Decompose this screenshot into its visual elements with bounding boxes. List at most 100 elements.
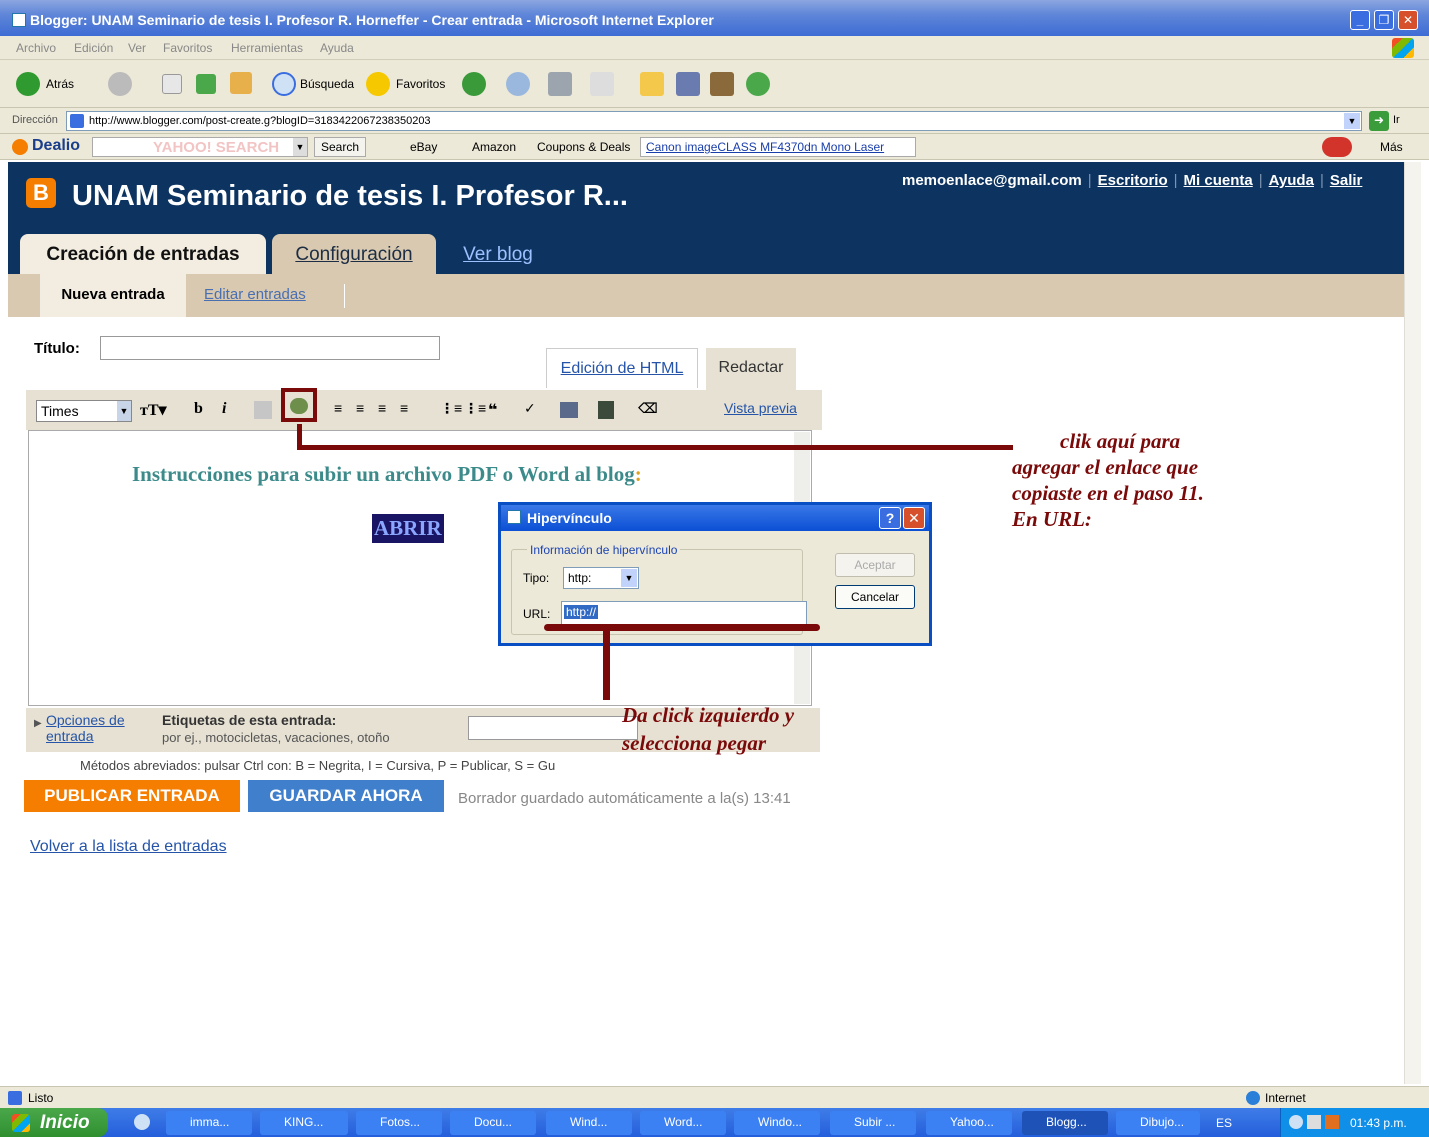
bold-button[interactable]: b	[194, 400, 203, 418]
mas-button[interactable]: Más	[1380, 140, 1403, 154]
chevron-down-icon[interactable]: ▼	[1344, 113, 1360, 129]
volver-link[interactable]: Volver a la lista de entradas	[30, 838, 227, 856]
task-fotos[interactable]: Fotos...	[356, 1111, 442, 1135]
guardar-ahora-button[interactable]: GUARDAR AHORA	[248, 780, 444, 812]
dialog-close-icon[interactable]: ✕	[903, 507, 925, 529]
coupons-link[interactable]: Coupons & Deals	[537, 140, 630, 154]
eraser-icon[interactable]: ⌫	[638, 400, 658, 417]
ebay-link[interactable]: eBay	[410, 140, 437, 154]
go-arrow-icon[interactable]: ➜	[1369, 111, 1389, 131]
task-wind[interactable]: Wind...	[546, 1111, 632, 1135]
dealio-brand[interactable]: Dealio	[32, 137, 80, 155]
publicar-entrada-button[interactable]: PUBLICAR ENTRADA	[24, 780, 240, 812]
opciones-entrada-link[interactable]: Opciones de entrada	[46, 712, 146, 744]
back-button-label[interactable]: Atrás	[46, 77, 74, 91]
help-icon[interactable]: ?	[879, 507, 901, 529]
url-input-value[interactable]: http://	[564, 605, 599, 619]
align-right-icon[interactable]: ≡	[378, 400, 386, 416]
align-left-icon[interactable]: ≡	[334, 400, 342, 416]
task-word[interactable]: Word...	[640, 1111, 726, 1135]
vista-previa-link[interactable]: Vista previa	[724, 400, 797, 416]
dealio-search-button[interactable]: Search	[314, 137, 367, 157]
menu-ver[interactable]: Ver	[128, 41, 146, 55]
notes-icon[interactable]	[640, 72, 664, 96]
menu-archivo[interactable]: Archivo	[16, 41, 56, 55]
italic-button[interactable]: i	[222, 400, 226, 418]
history-icon[interactable]	[462, 72, 486, 96]
subtab-nueva-entrada[interactable]: Nueva entrada	[40, 274, 186, 317]
task-windo[interactable]: Windo...	[734, 1111, 820, 1135]
tipo-select[interactable]: http: ▼	[563, 567, 639, 589]
favorites-star-icon[interactable]	[366, 72, 390, 96]
blockquote-icon[interactable]: ❝	[488, 400, 497, 420]
volume-icon[interactable]	[1325, 1115, 1339, 1129]
menu-herramientas[interactable]: Herramientas	[231, 41, 303, 55]
minimize-button[interactable]: _	[1350, 10, 1370, 30]
aceptar-button[interactable]: Aceptar	[835, 553, 915, 577]
link-icon[interactable]	[290, 398, 308, 414]
amazon-link[interactable]: Amazon	[472, 140, 516, 154]
address-url[interactable]: http://www.blogger.com/post-create.g?blo…	[89, 115, 431, 127]
tab-redactar[interactable]: Redactar	[706, 348, 796, 390]
tab-ver-blog[interactable]: Ver blog	[448, 234, 548, 274]
stop-icon[interactable]	[162, 74, 182, 94]
font-size-icon[interactable]: тT▾	[140, 400, 167, 420]
nav-ayuda[interactable]: Ayuda	[1269, 172, 1314, 189]
tray-arrow-icon[interactable]	[1289, 1115, 1303, 1129]
home-icon[interactable]	[230, 72, 252, 94]
tab-edicion-html[interactable]: Edición de HTML	[546, 348, 698, 388]
close-button[interactable]: ✕	[1398, 10, 1418, 30]
task-king[interactable]: KING...	[260, 1111, 348, 1135]
print-icon[interactable]	[548, 72, 572, 96]
favorites-button-label[interactable]: Favoritos	[396, 77, 445, 91]
tools-icon[interactable]	[710, 72, 734, 96]
search-button-label[interactable]: Búsqueda	[300, 77, 354, 91]
blogger-logo-icon[interactable]: B	[26, 178, 56, 208]
search-icon[interactable]	[272, 72, 296, 96]
content-abrir-selected[interactable]: ABRIR	[372, 514, 444, 543]
align-center-icon[interactable]: ≡	[356, 400, 364, 416]
subtab-editar-entradas[interactable]: Editar entradas	[204, 286, 306, 303]
menu-ayuda[interactable]: Ayuda	[320, 41, 354, 55]
nav-salir[interactable]: Salir	[1330, 172, 1363, 189]
task-subir[interactable]: Subir ...	[830, 1111, 916, 1135]
chevron-down-icon[interactable]: ▼	[293, 138, 307, 156]
restore-button[interactable]: ❐	[1374, 10, 1394, 30]
task-blogger[interactable]: Blogg...	[1022, 1111, 1108, 1135]
insert-video-icon[interactable]	[598, 401, 614, 419]
page-scrollbar[interactable]	[1404, 162, 1421, 1084]
edit-icon[interactable]	[590, 72, 614, 96]
back-arrow-icon[interactable]	[16, 72, 40, 96]
refresh-icon[interactable]	[196, 74, 216, 94]
tab-configuracion[interactable]: Configuración	[272, 234, 436, 274]
yahoo-search-input[interactable]: YAHOO! SEARCH ▼	[92, 137, 308, 157]
tab-creacion-entradas[interactable]: Creación de entradas	[20, 234, 266, 274]
bullet-list-icon[interactable]: ⋮≡	[464, 400, 486, 417]
task-imma[interactable]: imma...	[166, 1111, 252, 1135]
nav-escritorio[interactable]: Escritorio	[1098, 172, 1168, 189]
network-icon[interactable]	[1307, 1115, 1321, 1129]
text-color-icon[interactable]	[254, 401, 272, 419]
go-button-label[interactable]: Ir	[1393, 114, 1400, 126]
menu-edicion[interactable]: Edición	[74, 41, 113, 55]
ask-logo-icon[interactable]	[1322, 137, 1352, 157]
task-yahoo[interactable]: Yahoo...	[926, 1111, 1012, 1135]
task-docu[interactable]: Docu...	[450, 1111, 536, 1135]
ie-quicklaunch-icon[interactable]	[134, 1114, 150, 1130]
url-input[interactable]: http://	[561, 601, 807, 625]
address-input[interactable]: http://www.blogger.com/post-create.g?blo…	[66, 111, 1362, 131]
ad-link[interactable]: Canon imageCLASS MF4370dn Mono Laser	[646, 140, 884, 154]
task-dibujo[interactable]: Dibujo...	[1116, 1111, 1200, 1135]
messenger-icon[interactable]	[746, 72, 770, 96]
font-select[interactable]: Times ▼	[36, 400, 132, 422]
nav-mi-cuenta[interactable]: Mi cuenta	[1184, 172, 1253, 189]
cancelar-button[interactable]: Cancelar	[835, 585, 915, 609]
forward-arrow-icon[interactable]	[108, 72, 132, 96]
ad-dropdown[interactable]: Canon imageCLASS MF4370dn Mono Laser	[640, 137, 916, 157]
chevron-right-icon[interactable]: ▶	[34, 718, 42, 729]
menu-favoritos[interactable]: Favoritos	[163, 41, 212, 55]
insert-image-icon[interactable]	[560, 402, 578, 418]
mail-icon[interactable]	[506, 72, 530, 96]
language-indicator[interactable]: ES	[1216, 1116, 1232, 1130]
start-button[interactable]: Inicio	[0, 1108, 108, 1137]
